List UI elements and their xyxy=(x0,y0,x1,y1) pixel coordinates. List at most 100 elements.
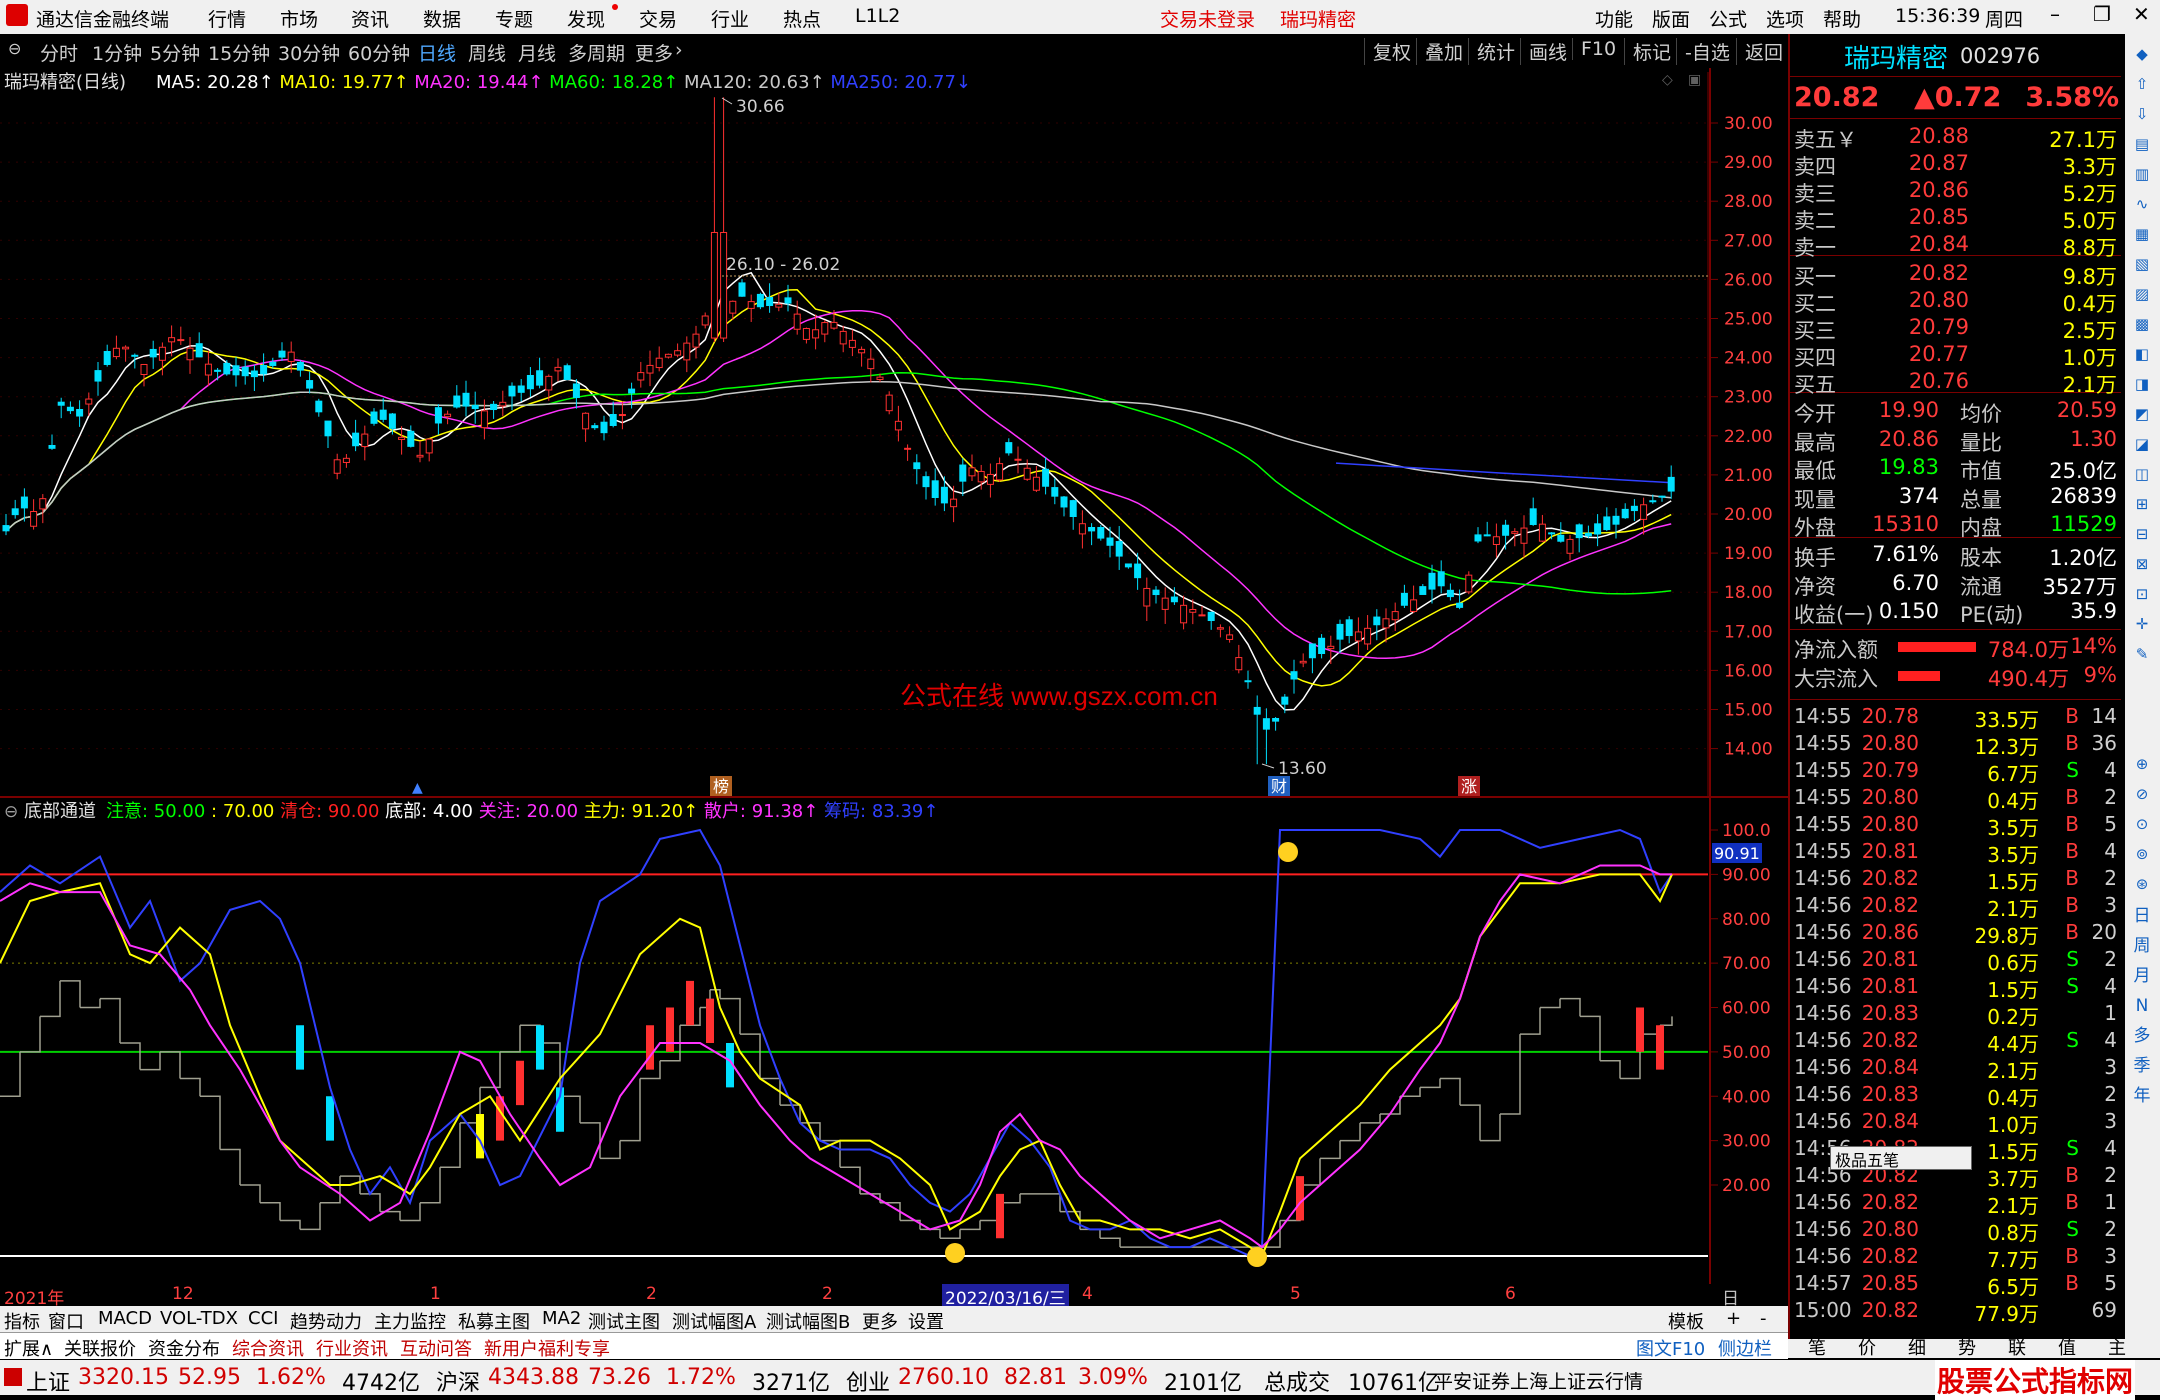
tab-settings[interactable]: 设置 xyxy=(908,1308,944,1334)
ask-row[interactable]: 卖三 20.86 5.2万 xyxy=(1794,178,2119,206)
toolbar-icon-16[interactable]: ⊞ xyxy=(2129,492,2155,516)
menu-item-options[interactable]: 选项 xyxy=(1766,5,1804,32)
tick-row[interactable]: 14:56 20.86 29.8万 B 20 xyxy=(1794,920,2119,948)
main-candlestick-chart[interactable]: 30.00 29.00 28.00 27.00 26.00 25.00 24.00 23.00… xyxy=(0,68,1788,798)
tab-5min[interactable]: 5分钟 xyxy=(150,39,200,66)
period-n-icon[interactable]: N xyxy=(2129,994,2155,1018)
menu-item-quotes[interactable]: 行情 xyxy=(208,5,246,32)
menu-item-industry[interactable]: 行业 xyxy=(711,5,749,32)
tick-row[interactable]: 14:56 20.81 0.6万 S 2 xyxy=(1794,947,2119,975)
tab-expand[interactable]: 扩展∧ xyxy=(4,1335,53,1361)
tick-row[interactable]: 14:57 20.85 6.5万 B 5 xyxy=(1794,1271,2119,1299)
flow-row[interactable]: 净流入额 784.0万 14% xyxy=(1794,634,2119,662)
tab-new-user-benefits[interactable]: 新用户福利专享 xyxy=(484,1335,610,1361)
tick-row[interactable]: 14:56 20.82 4.4万 S 4 xyxy=(1794,1028,2119,1056)
marker-list[interactable]: 榜 xyxy=(713,777,729,796)
tab-window[interactable]: 窗口 xyxy=(48,1308,84,1334)
toolbar-icon-9[interactable]: ▨ xyxy=(2129,282,2155,306)
tab-daily[interactable]: 日线 xyxy=(418,39,456,66)
stat-row[interactable]: 外盘 15310 内盘 11529 xyxy=(1794,512,2119,540)
toolbar-icon-18[interactable]: ⊠ xyxy=(2129,552,2155,576)
ime-popup[interactable]: 极品五笔 xyxy=(1830,1146,1972,1170)
bid-row[interactable]: 买五 20.76 2.1万 xyxy=(1794,369,2119,397)
stat-row[interactable]: 最低 19.83 市值 25.0亿 xyxy=(1794,455,2119,483)
diamond-icon[interactable]: ◇ xyxy=(1662,72,1673,88)
minimize-icon[interactable]: – xyxy=(2050,2,2060,26)
close-icon[interactable]: ✕ xyxy=(2133,2,2150,26)
ask-row[interactable]: 卖五￥ 20.88 27.1万 xyxy=(1794,124,2119,152)
restore-icon[interactable]: ❐ xyxy=(2093,2,2111,26)
tab-macd[interactable]: MACD xyxy=(98,1308,152,1329)
index-hs-name[interactable]: 沪深 xyxy=(436,1365,480,1397)
tab-1min[interactable]: 1分钟 xyxy=(92,39,142,66)
tick-row[interactable]: 14:56 20.82 7.7万 B 3 xyxy=(1794,1244,2119,1272)
tab-cci[interactable]: CCI xyxy=(248,1308,278,1329)
toolbar-icon-13[interactable]: ◩ xyxy=(2129,402,2155,426)
tick-row[interactable]: 14:56 20.82 2.1万 B 1 xyxy=(1794,1190,2119,1218)
toolbar-icon-25[interactable]: ⊚ xyxy=(2129,842,2155,866)
period-multi-icon[interactable]: 多 xyxy=(2129,1024,2155,1048)
toolbar-icon-21[interactable]: ✎ xyxy=(2129,642,2155,666)
period-year-icon[interactable]: 年 xyxy=(2129,1084,2155,1108)
toolbar-icon-7[interactable]: ▦ xyxy=(2129,222,2155,246)
btn-zoom-out[interactable]: - xyxy=(1760,1308,1767,1329)
tick-row[interactable]: 14:56 20.80 0.8万 S 2 xyxy=(1794,1217,2119,1245)
toolbar-icon-14[interactable]: ◪ xyxy=(2129,432,2155,456)
menu-item-data[interactable]: 数据 xyxy=(423,5,461,32)
btn-template[interactable]: 模板 xyxy=(1668,1308,1704,1334)
tab-industry-news[interactable]: 行业资讯 xyxy=(316,1335,388,1361)
tab-monthly[interactable]: 月线 xyxy=(518,39,556,66)
toolbar-icon-11[interactable]: ◧ xyxy=(2129,342,2155,366)
period-day-icon[interactable]: 日 xyxy=(2129,904,2155,928)
tab-15min[interactable]: 15分钟 xyxy=(208,39,270,66)
tick-row[interactable]: 14:55 20.78 33.5万 B 14 xyxy=(1794,704,2119,732)
ask-row[interactable]: 卖四 20.87 3.3万 xyxy=(1794,151,2119,179)
btn-watchlist[interactable]: -自选 xyxy=(1676,38,1730,65)
period-week-icon[interactable]: 周 xyxy=(2129,934,2155,958)
index-cy-name[interactable]: 创业 xyxy=(846,1365,890,1397)
chevron-right-icon[interactable]: › xyxy=(675,39,683,61)
tab-main-force[interactable]: 主力监控 xyxy=(374,1308,446,1334)
tab-indicator[interactable]: 指标 xyxy=(4,1308,40,1334)
tick-row[interactable]: 14:56 20.82 1.5万 B 2 xyxy=(1794,866,2119,894)
btn-back[interactable]: 返回 xyxy=(1736,38,1783,65)
toolbar-icon-19[interactable]: ⊡ xyxy=(2129,582,2155,606)
tab-f10-graphic[interactable]: 图文F10 xyxy=(1636,1335,1705,1361)
menu-item-discover[interactable]: 发现 xyxy=(567,5,605,32)
toolbar-icon-3[interactable]: ⇩ xyxy=(2129,102,2155,126)
bid-row[interactable]: 买四 20.77 1.0万 xyxy=(1794,342,2119,370)
stat-row[interactable]: 收益(一) 0.150 PE(动) 35.9 xyxy=(1794,599,2119,627)
stat-row[interactable]: 今开 19.90 均价 20.59 xyxy=(1794,398,2119,426)
btn-draw[interactable]: 画线 xyxy=(1520,38,1567,65)
collapse-sub-icon[interactable]: ⊖ xyxy=(4,802,18,822)
tab-timeshare[interactable]: 分时 xyxy=(40,39,78,66)
tick-row[interactable]: 14:56 20.84 1.0万 3 xyxy=(1794,1109,2119,1137)
tick-row[interactable]: 14:56 20.83 0.4万 2 xyxy=(1794,1082,2119,1110)
toolbar-icon-4[interactable]: ▤ xyxy=(2129,132,2155,156)
tab-vol-tdx[interactable]: VOL-TDX xyxy=(160,1308,238,1329)
ask-row[interactable]: 卖二 20.85 5.0万 xyxy=(1794,205,2119,233)
btn-mark[interactable]: 标记 xyxy=(1624,38,1671,65)
tick-row[interactable]: 14:56 20.83 0.2万 1 xyxy=(1794,1001,2119,1029)
tab-multi-period[interactable]: 多周期 xyxy=(568,39,625,66)
collapse-icon[interactable]: ⊖ xyxy=(8,39,21,58)
btn-overlay[interactable]: 叠加 xyxy=(1416,38,1463,65)
tick-row[interactable]: 14:56 20.82 2.1万 B 3 xyxy=(1794,893,2119,921)
tab-test-a[interactable]: 测试幅图A xyxy=(672,1308,756,1334)
menu-item-hot[interactable]: 热点 xyxy=(783,5,821,32)
stat-row[interactable]: 换手 7.61% 股本 1.20亿 xyxy=(1794,542,2119,570)
menu-item-trade[interactable]: 交易 xyxy=(639,5,677,32)
tab-test-b[interactable]: 测试幅图B xyxy=(766,1308,850,1334)
tick-row[interactable]: 14:55 20.81 3.5万 B 4 xyxy=(1794,839,2119,867)
period-quarter-icon[interactable]: 季 xyxy=(2129,1054,2155,1078)
broker-name[interactable]: 平安证券上海上证云行情 xyxy=(1434,1367,1643,1394)
btn-f10[interactable]: F10 xyxy=(1572,38,1616,60)
tab-30min[interactable]: 30分钟 xyxy=(278,39,340,66)
toolbar-icon-17[interactable]: ⊟ xyxy=(2129,522,2155,546)
tab-test-main[interactable]: 测试主图 xyxy=(588,1308,660,1334)
trade-status[interactable]: 交易未登录 xyxy=(1160,5,1255,32)
tick-row[interactable]: 14:55 20.80 3.5万 B 5 xyxy=(1794,812,2119,840)
btn-adjust[interactable]: 复权 xyxy=(1364,38,1411,65)
stat-row[interactable]: 现量 374 总量 26839 xyxy=(1794,484,2119,512)
tick-row[interactable]: 15:00 20.82 77.9万 69 xyxy=(1794,1298,2119,1326)
